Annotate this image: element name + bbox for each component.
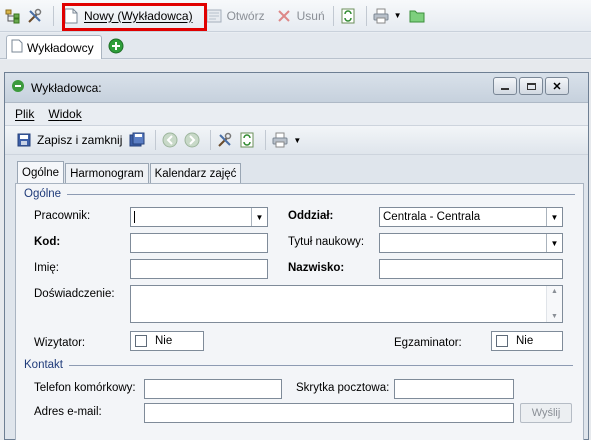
refresh-icon[interactable] [238,131,256,149]
maximize-button[interactable] [519,77,543,95]
section-divider [69,364,573,366]
send-button[interactable]: Wyślij [520,403,572,423]
tools-icon[interactable] [26,7,44,25]
branch-value: Centrala - Centrala [383,211,481,223]
toolbar-separator [210,130,212,150]
window-toolbar: Zapisz i zamknij ▼ [5,125,588,155]
print-icon[interactable] [271,131,289,149]
scroll-up-icon[interactable]: ▲ [551,288,558,295]
tree-icon[interactable] [4,7,22,25]
section-contact: Kontakt [24,359,573,371]
toolbar-separator [332,5,334,26]
experience-textarea[interactable]: ▲ ▼ [130,285,563,323]
tab-lecturers[interactable]: Wykładowcy [6,35,102,59]
toolbar-separator [365,5,367,26]
highlight-box [62,3,207,31]
experience-scrollbar[interactable]: ▲ ▼ [546,286,562,322]
open-form-icon [205,7,223,25]
add-tab-icon[interactable] [108,38,124,54]
visitor-value: Nie [155,335,173,347]
delete-icon [275,7,293,25]
toolbar-separator [155,130,157,150]
mobile-label: Telefon komórkowy: [34,382,136,394]
tab-class-calendar[interactable]: Kalendarz zajęć [149,163,242,183]
pobox-field[interactable] [394,379,514,399]
code-field[interactable] [130,233,268,253]
employee-select[interactable]: ▼ [130,207,268,227]
open-button[interactable]: Otwórz [202,4,268,28]
print-dropdown-icon[interactable]: ▼ [293,136,301,145]
academic-title-label: Tytuł naukowy: [288,236,365,248]
menu-file[interactable]: Plik [15,107,34,121]
tab-schedule[interactable]: Harmonogram [65,163,149,183]
toolbar-separator [265,130,267,150]
document-tabstrip: Wykładowcy [0,33,591,59]
tab-general[interactable]: Ogólne [17,161,65,183]
close-icon: ✕ [552,80,562,93]
open-label: Otwórz [226,8,265,23]
window-titlebar[interactable]: Wykładowca: ✕ [5,73,588,103]
pobox-label: Skrytka pocztowa: [296,382,390,394]
chevron-down-icon[interactable]: ▼ [251,208,267,226]
folder-icon[interactable] [408,7,426,25]
save-as-icon[interactable] [128,131,146,149]
experience-label: Doświadczenie: [34,288,115,300]
refresh-icon[interactable] [339,7,357,25]
code-label: Kod: [34,236,61,248]
back-icon[interactable] [161,131,179,149]
branch-select[interactable]: Centrala - Centrala ▼ [379,207,563,227]
section-general: Ogólne [24,188,576,200]
chevron-down-icon[interactable]: ▼ [546,208,562,226]
branch-label: Oddział: [288,210,334,222]
menu-bar: Plik Widok [5,103,588,125]
delete-button[interactable]: Usuń [272,4,328,28]
save-close-button[interactable]: Zapisz i zamknij [13,128,124,152]
window-title: Wykładowca: [31,80,102,95]
minimize-button[interactable] [493,77,517,95]
academic-title-select[interactable]: ▼ [379,233,563,253]
section-contact-title: Kontakt [24,359,63,371]
menu-view[interactable]: Widok [48,107,81,121]
checkbox-icon[interactable] [135,335,147,347]
print-icon[interactable] [372,7,390,25]
print-dropdown-icon[interactable]: ▼ [394,11,402,20]
save-close-label: Zapisz i zamknij [37,133,123,147]
mobile-field[interactable] [144,379,282,399]
detail-tabs: Ogólne Harmonogram Kalendarz zajęć [17,161,242,183]
examiner-label: Egzaminator: [394,337,462,349]
examiner-checkbox[interactable]: Nie [491,331,563,351]
visitor-checkbox[interactable]: Nie [130,331,204,351]
tools-icon[interactable] [216,131,234,149]
first-name-field[interactable] [130,259,268,279]
save-icon [15,131,33,149]
forward-icon[interactable] [183,131,201,149]
visitor-label: Wizytator: [34,337,86,349]
section-general-title: Ogólne [24,188,62,200]
first-name-label: Imię: [34,262,59,274]
close-button[interactable]: ✕ [545,77,569,95]
scroll-down-icon[interactable]: ▼ [551,313,558,320]
lecturer-window: Wykładowca: ✕ Plik Widok Zapisz i zamkni… [4,72,589,440]
toolbar-separator [53,5,54,26]
last-name-label: Nazwisko: [288,262,345,274]
text-cursor [134,211,135,223]
employee-label: Pracownik: [34,210,91,222]
last-name-field[interactable] [379,259,563,279]
email-label: Adres e-mail: [34,406,102,418]
general-panel: Ogólne Pracownik: ▼ Oddział: Centrala - … [15,183,584,440]
document-icon [11,39,23,56]
checkbox-icon[interactable] [496,335,508,347]
chevron-down-icon[interactable]: ▼ [546,234,562,252]
tab-lecturers-label: Wykładowcy [27,40,94,55]
section-divider [67,193,576,195]
email-field[interactable] [144,403,514,423]
minimize-icon [501,88,509,90]
app-icon [11,79,25,96]
maximize-icon [526,82,536,90]
delete-label: Usuń [296,8,325,23]
examiner-value: Nie [516,335,534,347]
